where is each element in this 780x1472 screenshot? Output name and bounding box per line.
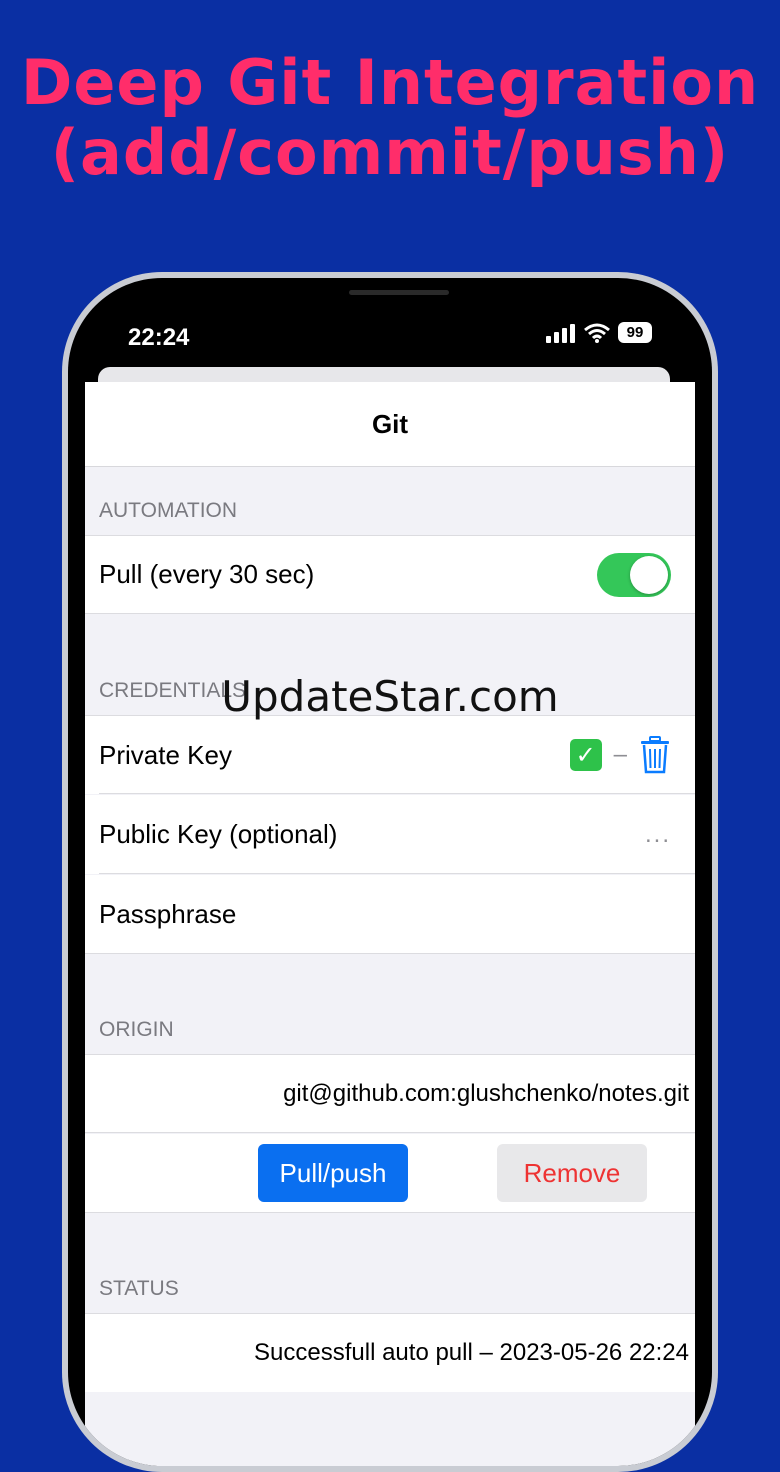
status-message: Successfull auto pull – 2023-05-26 22:24 xyxy=(254,1339,689,1366)
pull-toggle[interactable] xyxy=(597,552,671,597)
cellular-signal-icon xyxy=(546,323,575,343)
promo-headline: Deep Git Integration (add/commit/push) xyxy=(0,48,780,188)
status-row: Successfull auto pull – 2023-05-26 22:24 xyxy=(85,1313,695,1392)
public-key-label: Public Key (optional) xyxy=(99,819,338,849)
more-icon[interactable]: ... xyxy=(645,821,671,849)
private-key-label: Private Key xyxy=(99,739,232,770)
phone-frame: 22:24 99 Git AUTOMATION Pull (every 30 s… xyxy=(62,272,718,1472)
origin-header: ORIGIN xyxy=(99,1018,174,1041)
separator-dash: – xyxy=(613,741,627,768)
remove-button[interactable]: Remove xyxy=(497,1144,647,1202)
status-icons: 99 xyxy=(546,322,652,343)
sheet-title: Git xyxy=(85,382,695,467)
origin-url-row[interactable]: git@github.com:glushchenko/notes.git xyxy=(85,1054,695,1133)
trash-icon[interactable] xyxy=(639,736,671,774)
speaker-grille xyxy=(349,290,449,295)
origin-actions-row: Pull/push Remove xyxy=(85,1134,695,1213)
git-settings-sheet: Git AUTOMATION Pull (every 30 sec) CREDE… xyxy=(85,382,695,1466)
passphrase-label: Passphrase xyxy=(99,898,237,929)
pull-push-button[interactable]: Pull/push xyxy=(258,1144,408,1202)
passphrase-row[interactable]: Passphrase xyxy=(85,875,695,954)
automation-header: AUTOMATION xyxy=(99,499,238,522)
wifi-icon xyxy=(584,323,610,343)
status-time: 22:24 xyxy=(128,324,190,351)
private-key-row[interactable]: Private Key ✓ – xyxy=(85,715,695,794)
toggle-knob xyxy=(630,555,668,594)
watermark: UpdateStar.com xyxy=(221,672,559,721)
public-key-row[interactable]: Public Key (optional) ... xyxy=(85,795,695,874)
pull-label: Pull (every 30 sec) xyxy=(99,559,315,589)
phone-screen: 22:24 99 Git AUTOMATION Pull (every 30 s… xyxy=(68,278,712,1466)
checkmark-icon: ✓ xyxy=(569,739,602,771)
origin-url[interactable]: git@github.com:glushchenko/notes.git xyxy=(99,1080,689,1108)
battery-icon: 99 xyxy=(618,322,652,343)
pull-row: Pull (every 30 sec) xyxy=(85,535,695,614)
status-header: STATUS xyxy=(99,1277,179,1300)
headline-line-1: Deep Git Integration xyxy=(20,46,760,119)
headline-line-2: (add/commit/push) xyxy=(50,116,730,189)
